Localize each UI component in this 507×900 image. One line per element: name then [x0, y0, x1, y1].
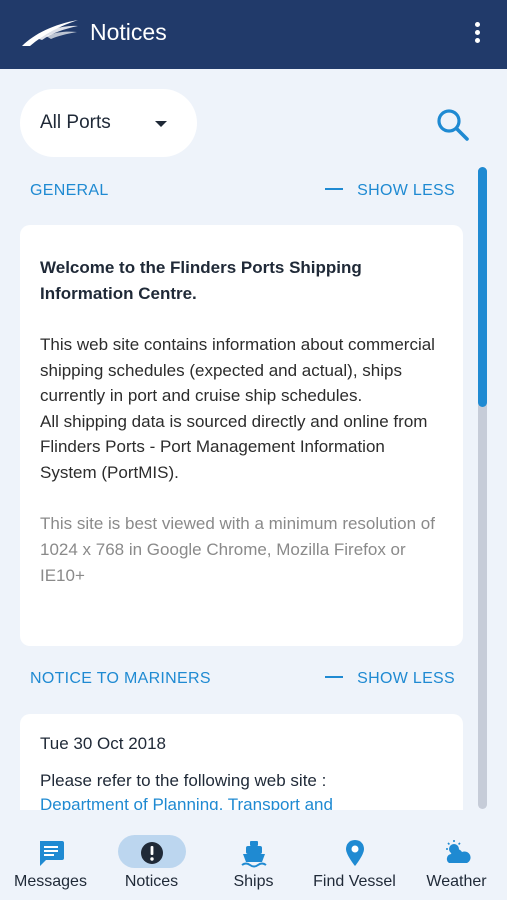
show-less-toggle[interactable]: SHOW LESS [325, 670, 455, 688]
notice-date: Tue 30 Oct 2018 [40, 734, 167, 753]
scrollbar-thumb[interactable] [478, 167, 487, 407]
nav-find-vessel[interactable]: Find Vessel [304, 820, 405, 900]
alert-icon [140, 842, 163, 864]
notice-text: Please refer to the following web site : [40, 771, 327, 790]
overflow-menu-icon[interactable] [470, 22, 484, 48]
show-less-label: SHOW LESS [357, 670, 455, 687]
nav-weather[interactable]: Weather [406, 820, 507, 900]
nav-label: Weather [426, 873, 487, 890]
notice-lead: Welcome to the Flinders Ports Shipping I… [40, 258, 362, 303]
app-header: Notices [0, 0, 507, 69]
page-title: Notices [90, 19, 167, 45]
show-less-toggle[interactable]: SHOW LESS [325, 182, 455, 200]
flinders-ports-logo [22, 20, 78, 46]
section-header-general: GENERAL SHOW LESS [30, 180, 455, 204]
notices-list[interactable]: GENERAL SHOW LESS Welcome to the Flinder… [0, 165, 507, 810]
browser-recommendation: This site is best viewed with a minimum … [40, 513, 435, 585]
nav-notices[interactable]: Notices [101, 820, 202, 900]
location-pin-icon [345, 840, 364, 866]
notice-body-paragraph: All shipping data is sourced directly an… [40, 411, 428, 482]
port-dropdown-value: All Ports [40, 112, 111, 133]
weather-icon [445, 840, 471, 863]
nav-label: Find Vessel [313, 873, 396, 890]
mariners-notice-card: Tue 30 Oct 2018 Please refer to the foll… [20, 714, 463, 810]
section-title: GENERAL [30, 182, 109, 199]
nav-label: Notices [124, 873, 179, 890]
general-notice-card: Welcome to the Flinders Ports Shipping I… [20, 225, 463, 646]
notice-body-paragraph: This web site contains information about… [40, 335, 435, 406]
scrollbar[interactable] [478, 167, 487, 809]
chevron-down-icon [155, 121, 167, 127]
notice-body: This web site contains information about… [40, 332, 443, 486]
nav-label: Ships [233, 873, 274, 890]
notice-link[interactable]: Department of Planning, Transport and [40, 795, 443, 810]
message-icon [39, 841, 64, 866]
search-icon[interactable] [432, 104, 472, 144]
collapse-icon [325, 187, 344, 190]
section-header-notice-to-mariners: NOTICE TO MARINERS SHOW LESS [30, 668, 455, 692]
nav-label: Messages [14, 873, 87, 890]
bottom-navigation: Messages Notices Ships Find Vessel Weath… [0, 820, 507, 900]
collapse-icon [325, 675, 344, 678]
nav-ships[interactable]: Ships [203, 820, 304, 900]
port-dropdown[interactable]: All Ports [20, 89, 197, 157]
nav-messages[interactable]: Messages [0, 820, 101, 900]
section-title: NOTICE TO MARINERS [30, 670, 211, 687]
show-less-label: SHOW LESS [357, 182, 455, 199]
ship-icon [240, 841, 267, 868]
